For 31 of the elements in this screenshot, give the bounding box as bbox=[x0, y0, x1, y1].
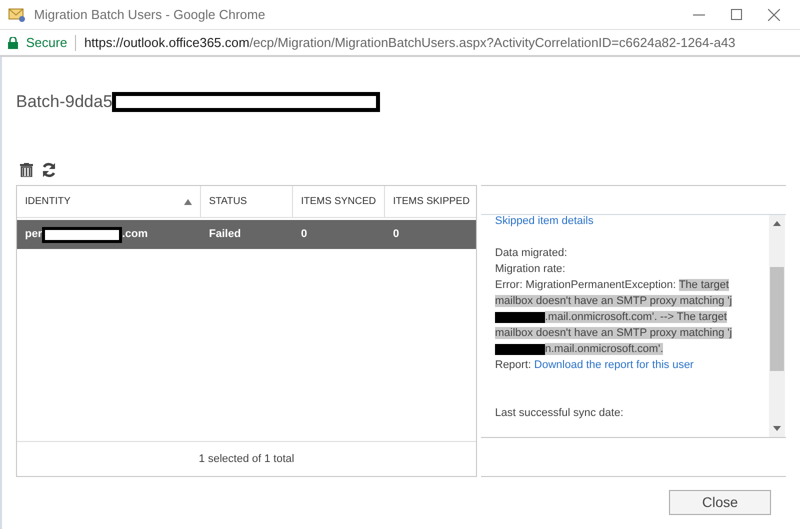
column-header[interactable]: STATUS bbox=[201, 186, 293, 217]
table-cell-text: per .com bbox=[24, 226, 149, 244]
detail-text: Error: MigrationPermanentException: The target mailbox doesn't have an SMTP proxy matching 'j .mail.onmicrosoft.com'. --> The target mailbox doesn't have an SMTP proxy matching 'j n.mail.onmicrosoft.com'. bbox=[495, 278, 733, 357]
lock-icon bbox=[8, 36, 18, 48]
close-button[interactable]: Close bbox=[669, 490, 771, 515]
batch-title: Batch-9dda5 bbox=[16, 57, 800, 121]
report-label: Report: bbox=[495, 358, 532, 373]
table-cell-text: 0 bbox=[300, 227, 308, 242]
report-link[interactable]: Download the report for this user bbox=[534, 357, 694, 373]
column-header[interactable]: ITEMS SKIPPED bbox=[385, 186, 478, 217]
close-icon[interactable] bbox=[768, 8, 780, 20]
envelope-icon bbox=[8, 6, 26, 22]
column-header[interactable]: ITEMS SYNCED bbox=[293, 186, 385, 217]
scrollbar-thumb[interactable] bbox=[770, 267, 784, 371]
window-title: Migration Batch Users - Google Chrome bbox=[34, 6, 266, 24]
url-field[interactable]: https://outlook.office365.com/ecp/Migration/MigrationBatchUsers.aspx?ActivityCorrelationID=c6624a82-1264-a43 bbox=[84, 32, 736, 52]
selection-count: 1 selected of 1 total bbox=[198, 452, 294, 467]
scroll-down-icon[interactable] bbox=[773, 426, 781, 431]
scroll-up-icon[interactable] bbox=[773, 221, 781, 226]
detail-text: Data migrated: bbox=[495, 246, 568, 261]
detail-text: Last successful sync date: bbox=[495, 406, 624, 421]
table-cell-text: 0 bbox=[392, 227, 400, 242]
details-link[interactable]: Skipped item details bbox=[495, 215, 764, 229]
maximize-icon[interactable] bbox=[731, 9, 742, 20]
table-row[interactable]: per .com Failed 0 0 bbox=[17, 220, 476, 249]
table-cell-text: Failed bbox=[208, 227, 242, 242]
refresh-icon[interactable] bbox=[41, 162, 57, 178]
security-label: Secure bbox=[26, 34, 68, 52]
column-header[interactable]: IDENTITY bbox=[17, 186, 201, 217]
trash-icon[interactable] bbox=[20, 163, 33, 177]
detail-text: Migration rate: bbox=[495, 262, 566, 277]
